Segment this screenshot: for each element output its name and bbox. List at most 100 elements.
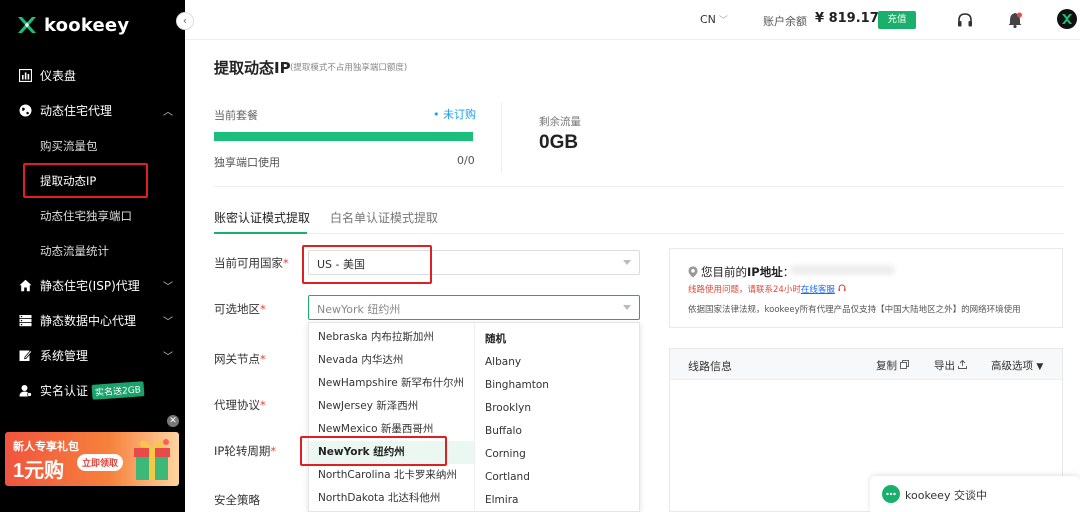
sidebar-item-dashboard[interactable]: 仪表盘 [0,58,185,93]
tabs-baseline [214,233,1064,234]
top-bar: CN ﹀ 账户余额 ¥ 819.17 充值 [185,0,1080,40]
city-option[interactable]: Buffalo [476,420,639,443]
copy-icon [900,360,910,369]
caret-down-icon: ▼ [1036,362,1044,372]
export-label: 导出 [934,360,955,372]
security-label-text: 安全策略 [214,493,260,507]
sidebar-item-static-datacenter[interactable]: 静态数据中心代理 ﹀ [0,303,185,338]
user-icon [18,384,32,398]
sidebar-subitem-extract-dynamic-ip[interactable]: 提取动态IP [0,163,185,198]
brand-logo[interactable]: kookeey [16,14,129,36]
city-option[interactable]: Corning [476,443,639,466]
country-label-text: 当前可用国家 [214,256,283,270]
tab-whitelist-mode[interactable]: 白名单认证模式提取 [330,209,438,226]
rotation-label-text: IP轮转周期 [214,444,271,458]
ip-title: 您目前的IP地址： [688,264,794,280]
chat-widget[interactable]: kookeey 交谈中 [870,476,1080,512]
chevron-down-icon[interactable]: ﹀ [163,278,173,293]
ip-address-redacted [790,265,895,275]
package-status-link[interactable]: • 未订购 [433,106,476,122]
location-pin-icon [688,266,698,278]
sidebar-item-dynamic-residential[interactable]: 动态住宅代理 ︿ [0,93,185,128]
ip-info-panel: 您目前的IP地址： 线路使用问题，请联系24小时在线客服 依据国家法律法规，ko… [669,248,1063,328]
ip-warning-text: 线路使用问题，请联系24小时 [688,285,801,295]
online-support-link[interactable]: 在线客服 [801,285,835,295]
state-option[interactable]: NewJersey 新泽西州 [309,395,474,418]
advanced-options-dropdown[interactable]: 高级选项 ▼ [991,358,1043,373]
ip-title-prefix: 您目前的 [701,265,747,279]
highlight-box-country [302,245,432,284]
sidebar-subitem-dedicated-port[interactable]: 动态住宅独享端口 [0,198,185,233]
city-option[interactable]: Brooklyn [476,397,639,420]
required-mark: * [270,444,277,458]
region-select[interactable]: NewYork 纽约州 [308,295,640,320]
caret-down-icon [623,305,631,310]
sidebar-item-static-isp[interactable]: 静态住宅(ISP)代理 ﹀ [0,268,185,303]
state-option[interactable]: NorthDakota 北达科他州 [309,487,474,510]
state-list: Nebraska 内布拉斯加州 Nevada 内华达州 NewHampshire… [309,323,475,511]
page-title: 提取动态IP [214,59,291,77]
promo-banner[interactable]: 新人专享礼包 1元购 立即领取 [5,432,179,486]
avatar[interactable] [1057,9,1077,29]
city-option-random[interactable]: 随机 [476,328,639,351]
region-label-text: 可选地区 [214,302,260,316]
state-option[interactable]: NewHampshire 新罕布什尔州 [309,372,474,395]
copy-button[interactable]: 复制 [876,358,910,373]
protocol-label: 代理协议* [214,397,266,413]
line-info-title: 线路信息 [688,360,732,373]
divider [214,186,1064,187]
chevron-down-icon: ﹀ [718,16,728,26]
copy-label: 复制 [876,360,897,372]
language-selector[interactable]: CN ﹀ [700,13,728,26]
balance-value: ¥ 819.17 [815,11,879,26]
chevron-up-icon[interactable]: ︿ [163,103,173,118]
sidebar-subitem-traffic-stats[interactable]: 动态流量统计 [0,233,185,268]
state-option[interactable]: Nevada 内华达州 [309,349,474,372]
legal-note: 依据国家法律法规，kookeey所有代理产品仅支持【中国大陆地区之外】的网络环境… [688,305,1021,315]
tab-credential-mode[interactable]: 账密认证模式提取 [214,209,310,226]
city-option[interactable]: Binghamton [476,374,639,397]
recharge-button[interactable]: 充值 [878,11,916,29]
home-icon [18,279,32,293]
sidebar-subitem-buy-traffic[interactable]: 购买流量包 [0,128,185,163]
chevron-down-icon[interactable]: ﹀ [163,348,173,363]
required-mark: * [260,352,266,366]
package-progress-bar [214,132,473,141]
caret-down-icon [623,260,631,265]
country-label: 当前可用国家* [214,255,289,271]
gift-box-icon [134,439,170,480]
active-tab-indicator [214,232,307,234]
region-dropdown: Nebraska 内布拉斯加州 Nevada 内华达州 NewHampshire… [308,322,640,512]
headset-icon[interactable] [956,11,974,29]
dedicated-port-label: 独享端口使用 [214,156,280,169]
edit-icon [18,349,32,363]
highlight-box-newyork [300,436,447,466]
sidebar-item-system-management[interactable]: 系统管理 ﹀ [0,338,185,373]
globe-icon [18,104,32,118]
brand-name: kookeey [44,14,130,36]
dashboard-icon [18,69,32,83]
region-select-placeholder: NewYork 纽约州 [317,303,401,316]
security-label: 安全策略 [214,492,260,508]
advanced-options-label: 高级选项 [991,360,1033,372]
sidebar-item-label: 动态住宅代理 [40,104,113,118]
notification-bell-icon[interactable] [1006,11,1024,29]
kookeey-logo-icon [18,17,36,33]
upload-icon [958,359,968,369]
state-option[interactable]: NorthCarolina 北卡罗来纳州 [309,464,474,487]
headset-icon [838,284,846,291]
divider [501,103,502,173]
state-option[interactable]: Nebraska 内布拉斯加州 [309,326,474,349]
city-option[interactable]: Cortland [476,466,639,489]
close-icon[interactable]: ✕ [167,415,179,427]
chevron-down-icon[interactable]: ﹀ [163,313,173,328]
promo-cta-button[interactable]: 立即领取 [77,454,124,471]
city-option[interactable]: Elmira [476,489,639,511]
export-button[interactable]: 导出 [934,358,968,373]
sidebar-collapse-button[interactable]: ‹ [176,12,194,30]
required-mark: * [283,256,289,270]
city-option[interactable]: Albany [476,351,639,374]
sidebar-item-real-name[interactable]: 实名认证 实名送2GB [0,373,185,408]
gateway-label: 网关节点* [214,351,266,367]
line-info-header: 线路信息 复制 导出 高级选项 ▼ [670,349,1062,380]
